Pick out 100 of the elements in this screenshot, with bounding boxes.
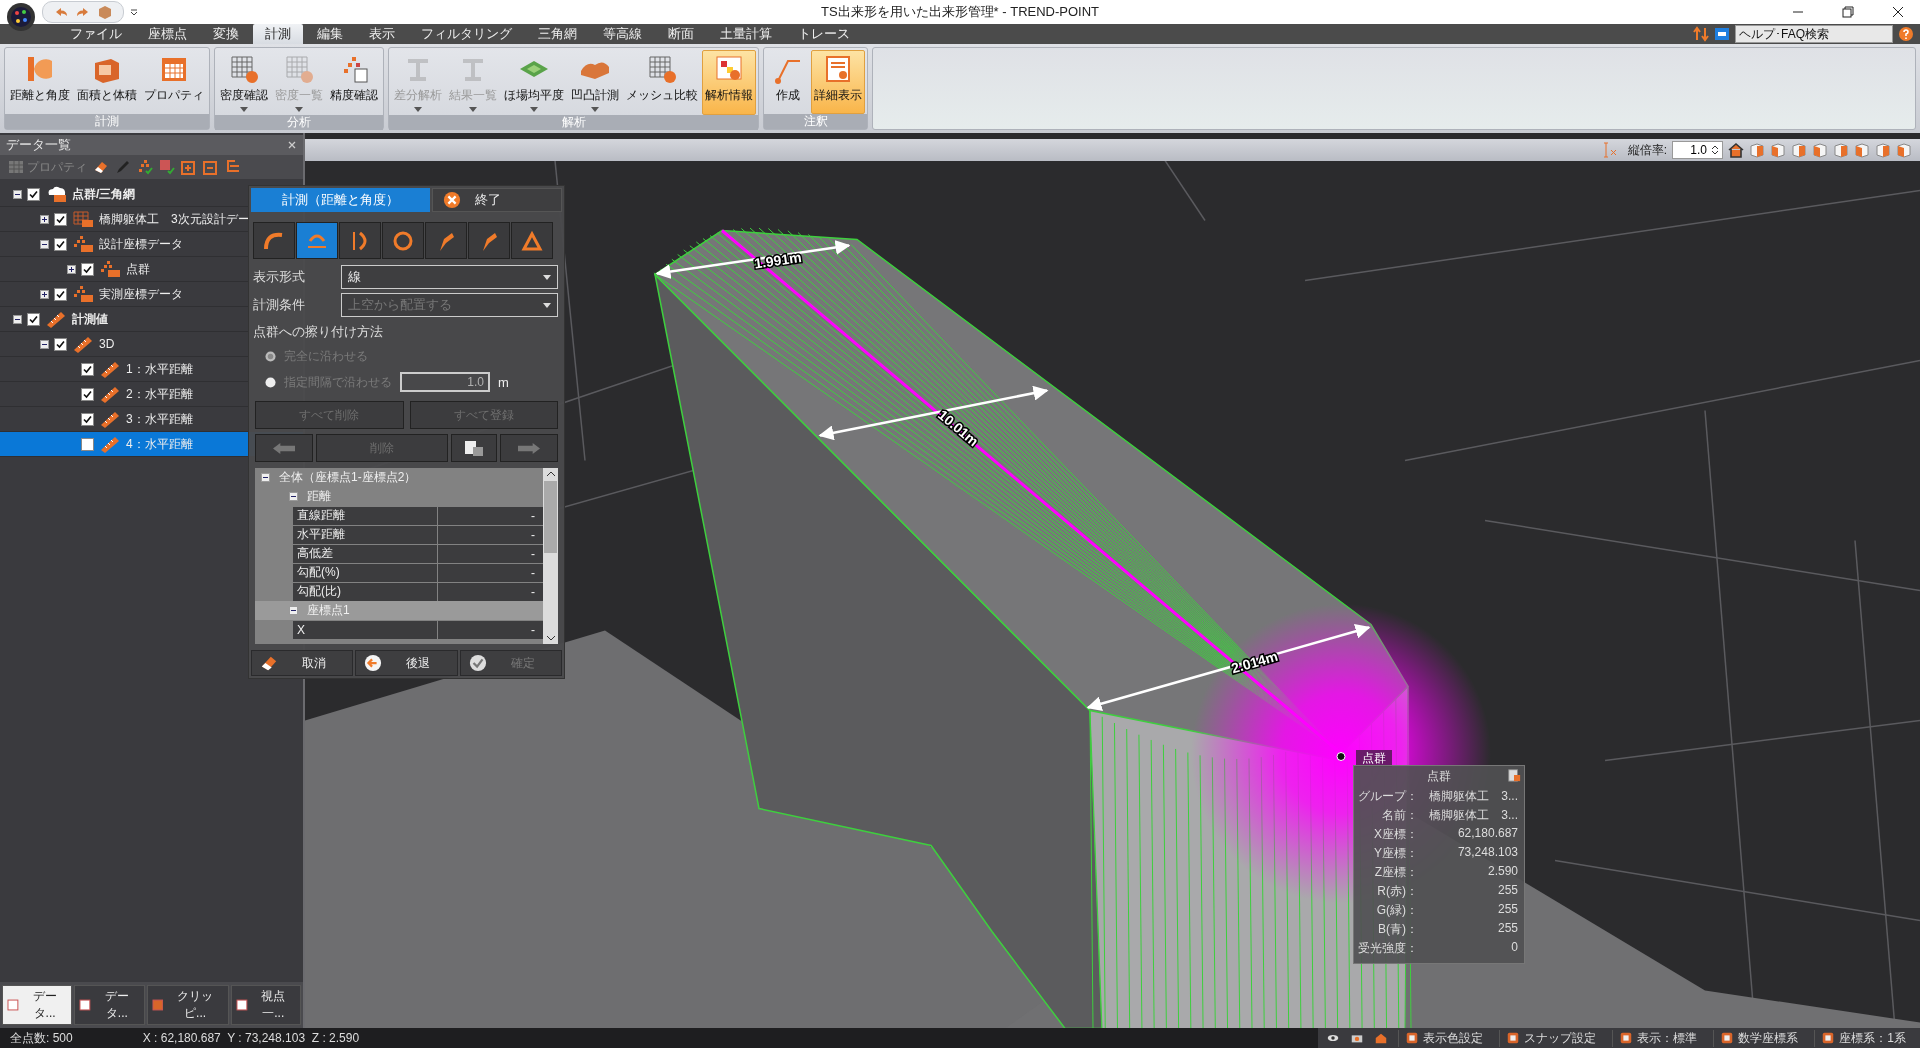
- forward-button[interactable]: [500, 434, 558, 462]
- menu-tab[interactable]: フィルタリング: [409, 24, 524, 44]
- expander-icon[interactable]: [40, 289, 49, 299]
- menu-tab[interactable]: ファイル: [58, 24, 134, 44]
- panel-tab[interactable]: データ...: [74, 985, 145, 1025]
- sort-arrows-icon[interactable]: [1693, 26, 1709, 42]
- result-row[interactable]: 直線距離 -: [293, 506, 543, 525]
- radio-button[interactable]: [265, 376, 276, 388]
- ribbon-button[interactable]: 精度確認: [327, 50, 381, 115]
- measure-tool-button[interactable]: [296, 222, 338, 259]
- result-row[interactable]: X -: [293, 620, 543, 639]
- exit-button[interactable]: 終了: [432, 188, 562, 212]
- spin-arrows-icon[interactable]: [1711, 144, 1719, 156]
- view-cube-icon[interactable]: [1791, 142, 1807, 158]
- ribbon-button[interactable]: 面積と体積: [74, 50, 140, 114]
- scroll-down-icon[interactable]: [545, 635, 556, 641]
- ribbon-button[interactable]: 作成: [766, 50, 810, 114]
- measure-tool-button[interactable]: [425, 222, 467, 259]
- panel-tab[interactable]: 視点一...: [230, 985, 301, 1025]
- menu-tab[interactable]: トレース: [786, 24, 862, 44]
- radio-button[interactable]: [265, 350, 276, 362]
- menu-tab[interactable]: 土量計算: [708, 24, 784, 44]
- view-cube-icon[interactable]: [1812, 142, 1828, 158]
- result-group[interactable]: 距離: [255, 487, 543, 506]
- box-icon[interactable]: [97, 4, 113, 20]
- expand-icon[interactable]: [181, 159, 197, 175]
- home-icon[interactable]: [1374, 1031, 1389, 1045]
- result-row[interactable]: 勾配(%) -: [293, 563, 543, 582]
- checkbox[interactable]: [81, 412, 94, 426]
- ribbon-button[interactable]: 詳細表示: [811, 50, 865, 114]
- view-cube-icon[interactable]: [1833, 142, 1849, 158]
- mesh-check-icon[interactable]: [159, 159, 175, 175]
- measure-tool-button[interactable]: [382, 222, 424, 259]
- expander-icon[interactable]: [261, 473, 270, 482]
- ribbon-button[interactable]: 解析情報: [702, 50, 756, 115]
- ribbon-button[interactable]: 距離と角度: [7, 50, 73, 114]
- expander-icon[interactable]: [40, 339, 49, 349]
- checkbox[interactable]: [81, 437, 94, 451]
- checkbox[interactable]: [81, 387, 94, 401]
- close-icon[interactable]: [1892, 6, 1904, 18]
- measure-tool-button[interactable]: [253, 222, 295, 259]
- checkbox[interactable]: [81, 362, 94, 376]
- menu-tab[interactable]: 変換: [201, 24, 251, 44]
- menu-tab[interactable]: 計測: [253, 24, 303, 44]
- status-button[interactable]: 座標系：1系: [1814, 1029, 1912, 1047]
- result-row[interactable]: 高低差 -: [293, 544, 543, 563]
- ribbon-button[interactable]: ほ場均平度: [501, 50, 567, 115]
- restore-icon[interactable]: [1842, 6, 1854, 18]
- menu-tab[interactable]: 断面: [656, 24, 706, 44]
- measure-tool-button[interactable]: [339, 222, 381, 259]
- tree-icon[interactable]: [225, 159, 241, 175]
- panel-tab[interactable]: データ...: [2, 985, 73, 1025]
- scrollbar[interactable]: [543, 468, 558, 644]
- result-row[interactable]: 水平距離 -: [293, 525, 543, 544]
- checkbox[interactable]: [54, 337, 67, 351]
- ribbon-button[interactable]: メッシュ比較: [623, 50, 701, 115]
- display-format-dropdown[interactable]: 線: [341, 265, 558, 289]
- status-button[interactable]: 数学座標系: [1713, 1029, 1805, 1047]
- ribbon-button[interactable]: プロパティ: [141, 50, 207, 114]
- back-button[interactable]: [255, 434, 313, 462]
- eraser-icon[interactable]: [93, 159, 109, 175]
- checkbox[interactable]: [54, 287, 67, 301]
- help-search-field[interactable]: ヘルプ･FAQ検索: [1735, 25, 1893, 43]
- expander-icon[interactable]: [13, 189, 22, 199]
- result-row[interactable]: 勾配(比) -: [293, 582, 543, 601]
- view-cube-icon[interactable]: [1749, 142, 1765, 158]
- menu-tab[interactable]: 編集: [305, 24, 355, 44]
- expander-icon[interactable]: [40, 214, 49, 224]
- expander-icon[interactable]: [40, 239, 49, 249]
- collapse-icon[interactable]: [203, 159, 219, 175]
- clipboard-icon[interactable]: [1507, 768, 1521, 782]
- expander-icon[interactable]: [67, 264, 76, 274]
- expander-icon[interactable]: [289, 492, 298, 501]
- home-icon[interactable]: [1728, 142, 1744, 158]
- checkbox[interactable]: [54, 237, 67, 251]
- dropdown-icon[interactable]: [130, 8, 138, 16]
- save-button[interactable]: [451, 434, 497, 462]
- status-button[interactable]: 表示色設定: [1398, 1029, 1490, 1047]
- checkbox[interactable]: [27, 312, 40, 326]
- checkbox[interactable]: [54, 212, 67, 226]
- menu-tab[interactable]: 三角網: [526, 24, 589, 44]
- menu-tab[interactable]: 等高線: [591, 24, 654, 44]
- menu-tab[interactable]: 表示: [357, 24, 407, 44]
- checkbox[interactable]: [27, 187, 40, 201]
- expander-icon[interactable]: [13, 314, 22, 324]
- menu-tab[interactable]: 座標点: [136, 24, 199, 44]
- measure-tool-button[interactable]: [511, 222, 553, 259]
- qa-icon[interactable]: [1714, 26, 1730, 42]
- result-group[interactable]: 全体（座標点1-座標点2）: [255, 468, 543, 487]
- interval-field[interactable]: 1.0: [400, 372, 490, 392]
- scroll-up-icon[interactable]: [545, 471, 556, 477]
- points-icon[interactable]: [137, 159, 153, 175]
- view-cube-icon[interactable]: [1875, 142, 1891, 158]
- view-cube-icon[interactable]: [1896, 142, 1912, 158]
- view-cube-icon[interactable]: [1770, 142, 1786, 158]
- expander-icon[interactable]: [289, 606, 298, 615]
- footer-button[interactable]: 後退: [355, 650, 458, 676]
- view-cube-icon[interactable]: [1854, 142, 1870, 158]
- measure-tool-button[interactable]: [468, 222, 510, 259]
- ribbon-button[interactable]: 凹凸計測: [568, 50, 622, 115]
